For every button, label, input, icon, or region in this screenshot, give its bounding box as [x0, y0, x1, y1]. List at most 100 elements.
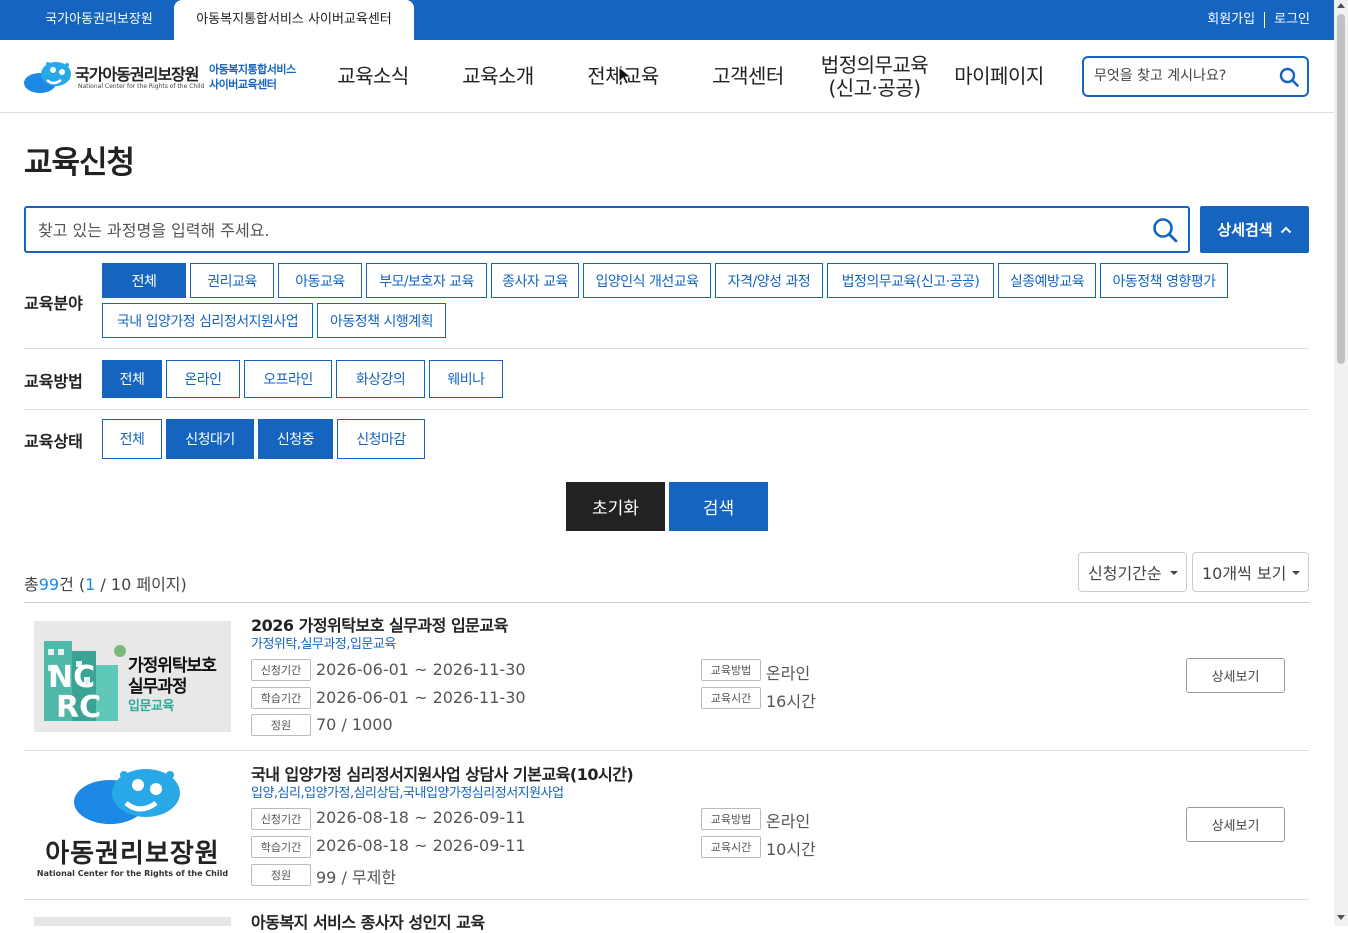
top-bar: 국가아동권리보장원 아동복지통합서비스 사이버교육센터 회원가입 로그인 [0, 0, 1334, 40]
chevron-up-icon [1280, 226, 1291, 233]
field-option-missing-prevention[interactable]: 실종예방교육 [998, 263, 1096, 298]
summary-prefix: 총 [24, 575, 39, 594]
study-period-label: 학습기간 [251, 687, 311, 709]
field-option-adoption[interactable]: 입양인식 개선교육 [583, 263, 711, 298]
field-option-rights[interactable]: 권리교육 [190, 263, 274, 298]
mouse-cursor-icon [618, 66, 633, 85]
field-option-worker[interactable]: 종사자 교육 [491, 263, 579, 298]
result-count: 99 [38, 575, 60, 594]
list-top-divider [24, 602, 1309, 603]
filter-status-label: 교육상태 [24, 432, 83, 451]
field-option-certificate[interactable]: 자격/양성 과정 [715, 263, 823, 298]
login-link[interactable]: 로그인 [1274, 0, 1310, 40]
caret-down-icon [1292, 571, 1300, 575]
search-button[interactable]: 검색 [669, 482, 768, 531]
field-option-policy-impact[interactable]: 아동정책 영향평가 [1100, 263, 1228, 298]
hours-value: 10시간 [766, 840, 816, 859]
capacity-value: 99 / 무제한 [316, 868, 397, 887]
method-option-webinar[interactable]: 웨비나 [429, 360, 503, 398]
method-option-online[interactable]: 온라인 [166, 360, 240, 398]
course-title[interactable]: 아동복지 서비스 종사자 성인지 교육 [251, 909, 485, 933]
detail-button[interactable]: 상세보기 [1186, 658, 1285, 693]
method-label: 교육방법 [701, 659, 761, 681]
apply-period-value: 2026-06-01 ~ 2026-11-30 [316, 660, 526, 679]
filter-divider [24, 348, 1309, 349]
signup-link[interactable]: 회원가입 [1207, 0, 1255, 40]
study-period-value: 2026-06-01 ~ 2026-11-30 [316, 688, 526, 707]
apply-period-label: 신청기간 [251, 659, 311, 681]
hours-value: 16시간 [766, 692, 816, 711]
thumbnail-title-line3: 입문교육 [128, 699, 174, 714]
search-icon[interactable] [1279, 67, 1299, 87]
nav-news[interactable]: 교육소식 [323, 40, 423, 113]
site-logo[interactable]: 국가아동권리보장원 National Center for the Rights… [23, 60, 303, 94]
page-scrollbar[interactable] [1334, 0, 1348, 926]
course-thumbnail[interactable]: NC RC 가정위탁보호 실무과정 입문교육 [34, 621, 231, 732]
nav-support[interactable]: 고객센터 [698, 40, 798, 113]
scroll-up-arrow-icon[interactable] [1337, 3, 1345, 8]
method-option-offline[interactable]: 오프라인 [244, 360, 332, 398]
study-period-value: 2026-08-18 ~ 2026-09-11 [316, 836, 526, 855]
nav-legal-edu-line2: (신고·공공) [828, 75, 921, 100]
course-search [24, 206, 1190, 253]
thumbnail-logo-english: National Center for the Rights of the Ch… [36, 869, 229, 878]
ncrc-logo-icon [74, 769, 180, 824]
course-thumbnail[interactable]: 아동권리보장원 National Center for the Rights o… [34, 769, 231, 880]
status-option-waiting[interactable]: 신청대기 [166, 419, 254, 459]
detail-button[interactable]: 상세보기 [1186, 807, 1285, 842]
method-option-video[interactable]: 화상강의 [336, 360, 425, 398]
status-option-open[interactable]: 신청중 [258, 419, 333, 459]
sort-order-select[interactable]: 신청기간순 [1078, 552, 1187, 592]
header-search-input[interactable] [1094, 65, 1274, 87]
summary-pages: / 10 페이지) [95, 575, 187, 594]
method-option-all[interactable]: 전체 [102, 360, 162, 398]
summary-unit: 건 ( [59, 575, 86, 594]
result-summary: 총99건 (1 / 10 페이지) [24, 571, 187, 595]
field-option-policy-plan[interactable]: 아동정책 시행계획 [317, 303, 446, 338]
course-tags: 입양,심리,입양가정,심리상담,국내입양가정심리정서지원사업 [251, 786, 564, 801]
sort-order-value: 신청기간순 [1088, 564, 1162, 583]
logo-subtitle-line2: 사이버교육센터 [209, 78, 277, 91]
logo-subtitle-line1: 아동복지통합서비스 [209, 63, 296, 76]
hours-label: 교육시간 [701, 687, 761, 709]
study-period-label: 학습기간 [251, 836, 311, 858]
scrollbar-thumb[interactable] [1337, 14, 1345, 364]
link-divider [1264, 11, 1266, 28]
site-tab-cyber-edu[interactable]: 아동복지통합서비스 사이버교육센터 [174, 0, 414, 40]
filter-divider [24, 409, 1309, 410]
member-links: 회원가입 로그인 [1207, 0, 1310, 40]
search-icon[interactable] [1152, 217, 1178, 243]
field-option-adoption-support[interactable]: 국내 입양가정 심리정서지원사업 [102, 303, 313, 338]
svg-text:RC: RC [56, 690, 101, 725]
apply-period-label: 신청기간 [251, 808, 311, 830]
status-option-all[interactable]: 전체 [102, 419, 162, 459]
logo-name: 국가아동권리보장원 [75, 65, 199, 84]
course-thumbnail[interactable] [34, 917, 231, 926]
list-divider [24, 899, 1309, 900]
caret-down-icon [1170, 571, 1178, 575]
field-option-all[interactable]: 전체 [102, 263, 186, 298]
capacity-label: 정원 [251, 864, 311, 886]
site-tab-ncrc[interactable]: 국가아동권리보장원 [24, 0, 174, 40]
nav-intro[interactable]: 교육소개 [448, 40, 548, 113]
reset-button[interactable]: 초기화 [566, 482, 665, 531]
status-option-closed[interactable]: 신청마감 [337, 419, 425, 459]
list-divider [24, 750, 1309, 751]
nav-mypage[interactable]: 마이페이지 [944, 40, 1054, 113]
thumbnail-logo-name: 아동권리보장원 [45, 839, 220, 869]
thumbnail-title-line2: 실무과정 [128, 677, 188, 697]
scroll-down-arrow-icon[interactable] [1337, 915, 1345, 920]
field-option-child[interactable]: 아동교육 [278, 263, 362, 298]
field-option-parent[interactable]: 부모/보호자 교육 [366, 263, 487, 298]
apply-period-value: 2026-08-18 ~ 2026-09-11 [316, 808, 526, 827]
advanced-search-label: 상세검색 [1217, 221, 1273, 239]
method-label: 교육방법 [701, 808, 761, 830]
field-option-legal[interactable]: 법정의무교육(신고·공공) [827, 263, 994, 298]
method-value: 온라인 [766, 812, 811, 831]
per-page-select[interactable]: 10개씩 보기 [1192, 552, 1309, 592]
logo-mark-icon [24, 62, 71, 93]
logo-subtitle: 아동복지통합서비스 사이버교육센터 [209, 62, 296, 92]
advanced-search-button[interactable]: 상세검색 [1200, 206, 1309, 253]
course-search-input[interactable] [38, 219, 1138, 241]
nav-legal-edu[interactable]: 법정의무교육 (신고·공공) [812, 40, 937, 113]
